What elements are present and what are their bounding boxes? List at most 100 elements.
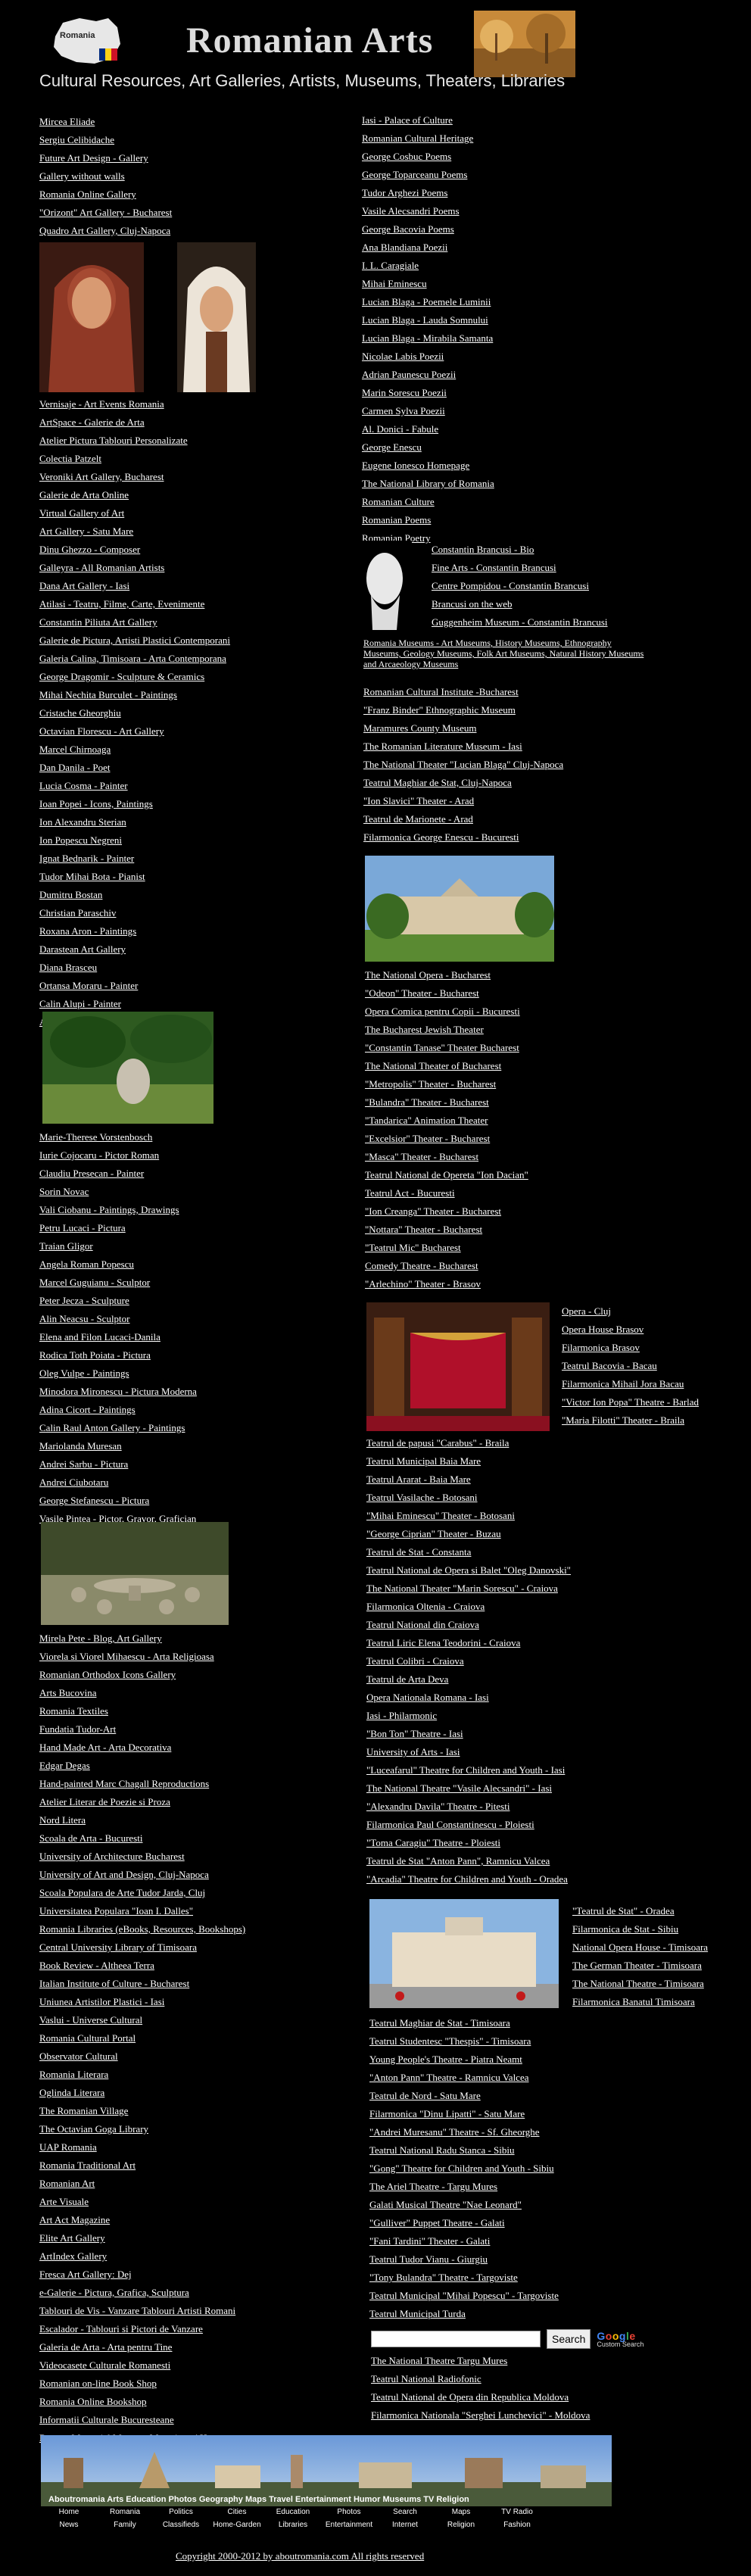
nav-link[interactable]: Lucian Blaga - Mirabila Samanta [362, 329, 494, 348]
nav-link[interactable]: Filarmonica Paul Constantinescu - Ploies… [366, 1816, 571, 1834]
nav-link[interactable]: "Alexandru Davila" Theatre - Pitesti [366, 1798, 571, 1816]
nav-link[interactable]: "Bon Ton" Theatre - Iasi [366, 1725, 571, 1743]
footer-nav-link[interactable]: Education [265, 2508, 321, 2516]
nav-link[interactable]: Romania Online Bookshop [39, 2393, 245, 2411]
nav-link[interactable]: "Gulliver" Puppet Theatre - Galati [369, 2214, 559, 2232]
nav-link[interactable]: Romanian Culture [362, 493, 494, 511]
nav-link[interactable]: Filarmonica Oltenia - Craiova [366, 1598, 571, 1616]
nav-link[interactable]: Ion Alexandru Sterian [39, 813, 230, 831]
nav-link[interactable]: Tablouri de Vis - Vanzare Tablouri Artis… [39, 2302, 245, 2320]
nav-link[interactable]: Scoala Populara de Arte Tudor Jarda, Clu… [39, 1884, 245, 1902]
nav-link[interactable]: Opera Nationala Romana - Iasi [366, 1689, 571, 1707]
nav-link[interactable]: Videocasete Culturale Romanesti [39, 2356, 245, 2375]
nav-link[interactable]: George Enescu [362, 438, 494, 457]
nav-link[interactable]: "Anton Pann" Theatre - Ramnicu Valcea [369, 2069, 559, 2087]
nav-link[interactable]: Colectia Patzelt [39, 450, 230, 468]
footer-nav-link[interactable]: Photos [321, 2508, 377, 2516]
nav-link[interactable]: Romania Cultural Portal [39, 2029, 245, 2047]
nav-link[interactable]: Constantin Brancusi - Bio [432, 541, 608, 559]
nav-link[interactable]: Informatii Culturale Bucuresteane [39, 2411, 245, 2429]
nav-link[interactable]: The National Theatre Targu Mures [371, 2352, 590, 2370]
nav-link[interactable]: Teatrul de Nord - Satu Mare [369, 2087, 559, 2105]
nav-link[interactable]: Gallery without walls [39, 167, 172, 186]
nav-link[interactable]: "Toma Caragiu" Theatre - Ploiesti [366, 1834, 571, 1852]
nav-link[interactable]: Art Act Magazine [39, 2211, 245, 2229]
footer-nav-link[interactable]: Search [377, 2508, 433, 2516]
nav-link[interactable]: Teatrul Municipal Turda [369, 2305, 559, 2323]
nav-link[interactable]: Rodica Toth Poiata - Pictura [39, 1346, 197, 1364]
nav-link[interactable]: Iasi - Philarmonic [366, 1707, 571, 1725]
nav-link[interactable]: Vali Ciobanu - Paintings, Drawings [39, 1201, 197, 1219]
nav-link[interactable]: The Romanian Village [39, 2102, 245, 2120]
nav-link[interactable]: Teatrul Maghiar de Stat, Cluj-Napoca [363, 774, 563, 792]
nav-link[interactable]: The Romanian Literature Museum - Iasi [363, 738, 563, 756]
nav-link[interactable]: Opera House Brasov [562, 1321, 699, 1339]
nav-link[interactable]: Marcel Guguianu - Sculptor [39, 1274, 197, 1292]
footer-nav-link[interactable]: Cities [209, 2508, 265, 2516]
nav-link[interactable]: "Masca" Theater - Bucharest [365, 1148, 528, 1166]
nav-link[interactable]: Quadro Art Gallery, Cluj-Napoca [39, 222, 172, 240]
nav-link[interactable]: Teatrul Act - Bucuresti [365, 1184, 528, 1202]
nav-link[interactable]: Petru Lucaci - Pictura [39, 1219, 197, 1237]
nav-link[interactable]: The National Theater "Marin Sorescu" - C… [366, 1580, 571, 1598]
nav-link[interactable]: Edgar Degas [39, 1757, 245, 1775]
nav-link[interactable]: Marie-Therese Vorstenbosch [39, 1128, 197, 1146]
nav-link[interactable]: Tudor Mihai Bota - Pianist [39, 868, 230, 886]
nav-link[interactable]: Future Art Design - Gallery [39, 149, 172, 167]
nav-link[interactable]: George Dragomir - Sculpture & Ceramics [39, 668, 230, 686]
nav-link[interactable]: Filarmonica Mihail Jora Bacau [562, 1375, 699, 1393]
nav-link[interactable]: Oleg Vulpe - Paintings [39, 1364, 197, 1383]
nav-link[interactable]: Romania Libraries (eBooks, Resources, Bo… [39, 1920, 245, 1938]
nav-link[interactable]: George Cosbuc Poems [362, 148, 494, 166]
nav-link[interactable]: Nicolae Labis Poezii [362, 348, 494, 366]
nav-link[interactable]: Vaslui - Universe Cultural [39, 2011, 245, 2029]
nav-link[interactable]: Book Review - Altheea Terra [39, 1957, 245, 1975]
nav-link[interactable]: Viorela si Viorel Mihaescu - Arta Religi… [39, 1648, 245, 1666]
nav-link[interactable]: Oglinda Literara [39, 2084, 245, 2102]
nav-link[interactable]: Iasi - Palace of Culture [362, 111, 494, 129]
nav-link[interactable]: Teatrul Maghiar de Stat - Timisoara [369, 2014, 559, 2032]
footer-nav-link[interactable]: Home [41, 2508, 97, 2516]
nav-link[interactable]: University of Arts - Iasi [366, 1743, 571, 1761]
nav-link[interactable]: "Luceafarul" Theatre for Children and Yo… [366, 1761, 571, 1779]
footer-nav-link[interactable]: Religion [433, 2521, 489, 2529]
nav-link[interactable]: "George Ciprian" Theater - Buzau [366, 1525, 571, 1543]
nav-link[interactable]: "Odeon" Theater - Bucharest [365, 984, 528, 1003]
nav-link[interactable]: Art Gallery - Satu Mare [39, 522, 230, 541]
nav-link[interactable]: Romanian Art [39, 2175, 245, 2193]
nav-link[interactable]: Teatrul de Stat - Constanta [366, 1543, 571, 1561]
nav-link[interactable]: Filarmonica Banatul Timisoara [572, 1993, 708, 2011]
nav-link[interactable]: Romania Literara [39, 2066, 245, 2084]
nav-link[interactable]: Teatrul Ararat - Baia Mare [366, 1470, 571, 1489]
nav-link[interactable]: Opera Comica pentru Copii - Bucuresti [365, 1003, 528, 1021]
nav-link[interactable]: "Bulandra" Theater - Bucharest [365, 1093, 528, 1112]
nav-link[interactable]: Nord Litera [39, 1811, 245, 1829]
nav-link[interactable]: ArtIndex Gallery [39, 2247, 245, 2266]
nav-link[interactable]: Eugene Ionesco Homepage [362, 457, 494, 475]
nav-link[interactable]: Teatrul National din Craiova [366, 1616, 571, 1634]
nav-link[interactable]: University of Architecture Bucharest [39, 1848, 245, 1866]
nav-link[interactable]: Iurie Cojocaru - Pictor Roman [39, 1146, 197, 1165]
nav-link[interactable]: ArtSpace - Galerie de Arta [39, 413, 230, 432]
footer-nav-link[interactable]: News [41, 2521, 97, 2529]
nav-link[interactable]: Teatrul Bacovia - Bacau [562, 1357, 699, 1375]
nav-link[interactable]: "Metropolis" Theater - Bucharest [365, 1075, 528, 1093]
nav-link[interactable]: "Mihai Eminescu" Theater - Botosani [366, 1507, 571, 1525]
nav-link[interactable]: "Ion Slavici" Theater - Arad [363, 792, 563, 810]
romania-map-logo[interactable]: Romania [49, 14, 125, 68]
nav-link[interactable]: Carmen Sylva Poezii [362, 402, 494, 420]
nav-link[interactable]: The Bucharest Jewish Theater [365, 1021, 528, 1039]
nav-link[interactable]: Scoala de Arta - Bucuresti [39, 1829, 245, 1848]
nav-link[interactable]: Romania Online Gallery [39, 186, 172, 204]
nav-link[interactable]: University of Art and Design, Cluj-Napoc… [39, 1866, 245, 1884]
nav-link[interactable]: Comedy Theatre - Bucharest [365, 1257, 528, 1275]
nav-link[interactable]: The National Theater of Bucharest [365, 1057, 528, 1075]
nav-link[interactable]: Roxana Aron - Paintings [39, 922, 230, 940]
nav-link[interactable]: Hand-painted Marc Chagall Reproductions [39, 1775, 245, 1793]
nav-link[interactable]: Arts Bucovina [39, 1684, 245, 1702]
footer-nav-link[interactable]: Politics [153, 2508, 209, 2516]
nav-link[interactable]: Teatrul Studentesc "Thespis" - Timisoara [369, 2032, 559, 2051]
nav-link[interactable]: "Arlechino" Theater - Brasov [365, 1275, 528, 1293]
footer-nav-link[interactable]: Family [97, 2521, 153, 2529]
nav-link[interactable]: The German Theater - Timisoara [572, 1957, 708, 1975]
